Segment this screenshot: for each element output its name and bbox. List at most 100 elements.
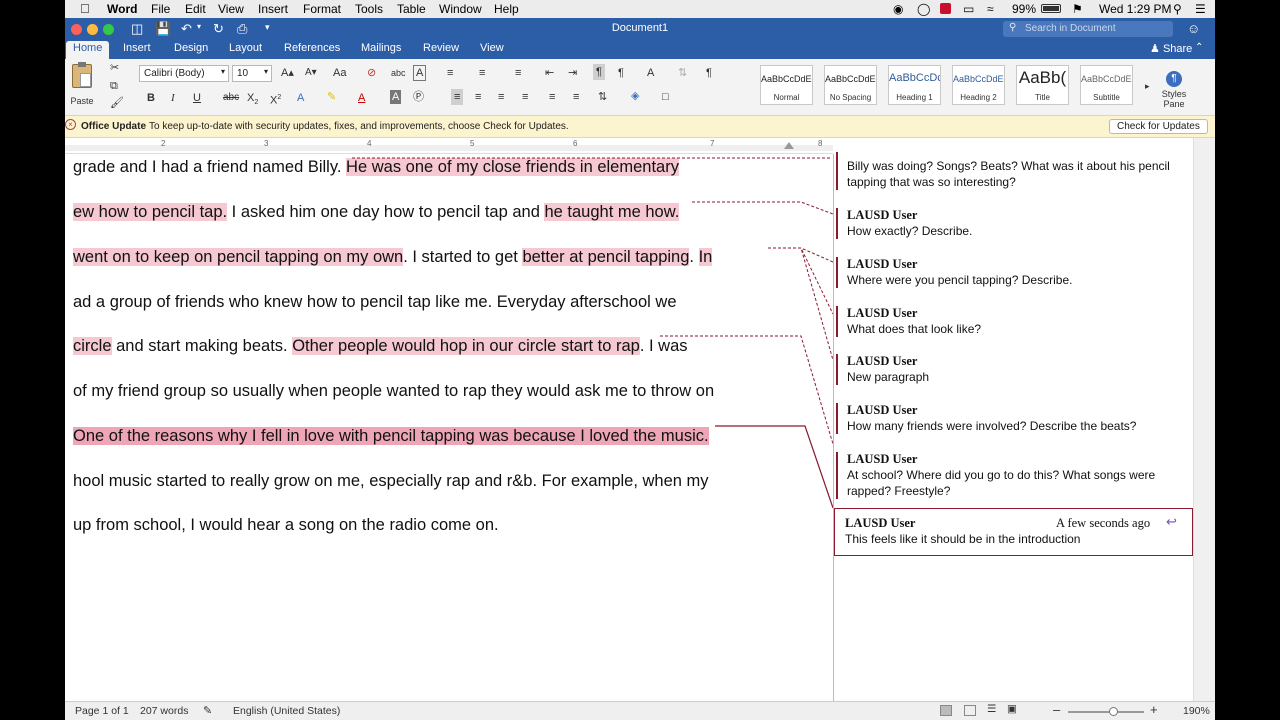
wifi-icon[interactable]: ≈ bbox=[987, 2, 994, 16]
show-formatting-icon[interactable]: ¶ bbox=[706, 66, 712, 80]
column-distribute-icon[interactable]: ≡ bbox=[573, 90, 579, 104]
comment[interactable]: LAUSD User A few seconds ago ↩ This feels l… bbox=[836, 514, 1191, 547]
search-box[interactable]: ⚲ Search in Document bbox=[1003, 21, 1173, 37]
shading-icon[interactable]: A bbox=[390, 90, 402, 104]
style-heading-2[interactable]: AaBbCcDdEe Heading 2 bbox=[952, 65, 1005, 105]
smiley-feedback-icon[interactable]: ☺ bbox=[1187, 21, 1200, 36]
menu-help[interactable]: Help bbox=[494, 2, 519, 16]
tab-review[interactable]: Review bbox=[416, 42, 466, 54]
distributed-icon[interactable]: ≡ bbox=[549, 90, 555, 104]
ltr-paragraph-icon[interactable]: ¶ bbox=[593, 64, 605, 80]
superscript-button[interactable]: X2 bbox=[270, 91, 281, 108]
bullets-icon[interactable]: ≡ bbox=[447, 66, 453, 80]
comment[interactable]: LAUSD User At school? Where did you go to… bbox=[836, 452, 1191, 499]
subscript-button[interactable]: X2 bbox=[247, 91, 258, 110]
list-icon[interactable]: ☰ bbox=[1195, 2, 1206, 16]
format-painter-icon[interactable]: 🖌 bbox=[110, 96, 124, 110]
zoom-in-button[interactable]: + bbox=[1150, 702, 1158, 717]
flag-icon[interactable]: ⚑ bbox=[1072, 2, 1083, 16]
italic-button[interactable]: I bbox=[171, 91, 175, 105]
collapse-ribbon-icon[interactable]: ⌃ bbox=[1195, 42, 1203, 53]
menu-insert[interactable]: Insert bbox=[258, 2, 288, 16]
tab-view[interactable]: View bbox=[473, 42, 511, 54]
tab-references[interactable]: References bbox=[277, 42, 347, 54]
clear-formatting-icon[interactable]: ⊘ bbox=[367, 66, 376, 80]
comment[interactable]: LAUSD User How many friends were involved… bbox=[836, 403, 1191, 434]
tab-layout[interactable]: Layout bbox=[222, 42, 269, 54]
decrease-indent-icon[interactable]: ⇤ bbox=[545, 66, 554, 80]
plus-app-icon[interactable] bbox=[940, 3, 951, 14]
rtl-paragraph-icon[interactable]: ¶ bbox=[618, 66, 624, 80]
page-count[interactable]: Page 1 of 1 bbox=[75, 705, 129, 717]
style-subtitle[interactable]: AaBbCcDdEe Subtitle bbox=[1080, 65, 1133, 105]
comment[interactable]: LAUSD User What does that look like? bbox=[836, 306, 1191, 337]
style-title[interactable]: AaBb( Title bbox=[1016, 65, 1069, 105]
clock[interactable]: Wed 1:29 PM bbox=[1099, 2, 1171, 16]
tab-home[interactable]: Home bbox=[66, 41, 110, 59]
comment-text[interactable]: This feels like it should be in the intr… bbox=[845, 531, 1191, 547]
read-mode-icon[interactable]: ☰ bbox=[987, 703, 996, 715]
style-normal[interactable]: AaBbCcDdEe Normal bbox=[760, 65, 813, 105]
comment[interactable]: LAUSD User New paragraph bbox=[836, 354, 1191, 385]
focus-icon[interactable]: ▣ bbox=[1007, 703, 1017, 715]
increase-indent-icon[interactable]: ⇥ bbox=[568, 66, 577, 80]
style-heading-1[interactable]: AaBbCcDc Heading 1 bbox=[888, 65, 941, 105]
close-icon[interactable]: × bbox=[65, 119, 76, 130]
share-button[interactable]: ♟ Share bbox=[1150, 42, 1192, 55]
language[interactable]: English (United States) bbox=[233, 705, 340, 717]
sort-icon[interactable]: ⇅ bbox=[678, 66, 687, 80]
proofing-icon[interactable]: ✎ bbox=[203, 704, 212, 717]
zoom-slider-thumb[interactable] bbox=[1109, 707, 1118, 716]
circle-icon[interactable]: ◯ bbox=[917, 2, 930, 16]
cut-icon[interactable]: ✂ bbox=[110, 61, 119, 75]
change-case-icon[interactable]: Aa bbox=[333, 66, 346, 80]
airplay-icon[interactable]: ▭ bbox=[963, 2, 974, 16]
reply-icon[interactable]: ↩ bbox=[1166, 514, 1177, 530]
bold-button[interactable]: B bbox=[147, 91, 155, 105]
character-border-icon[interactable]: A bbox=[413, 65, 427, 81]
copy-icon[interactable]: ⧉ bbox=[110, 79, 118, 93]
web-layout-icon[interactable] bbox=[964, 705, 976, 716]
comment[interactable]: Billy was doing? Songs? Beats? What was … bbox=[836, 152, 1191, 190]
tab-mailings[interactable]: Mailings bbox=[354, 42, 408, 54]
comment-text[interactable]: New paragraph bbox=[847, 369, 1191, 385]
menu-view[interactable]: View bbox=[218, 2, 244, 16]
numbering-icon[interactable]: ≡ bbox=[479, 66, 485, 80]
apple-menu-icon[interactable]:  bbox=[80, 1, 90, 16]
word-count[interactable]: 207 words bbox=[140, 705, 188, 717]
styles-pane-button[interactable]: ¶ Styles Pane bbox=[1157, 71, 1191, 109]
vertical-scrollbar[interactable] bbox=[1193, 138, 1215, 701]
battery-icon[interactable] bbox=[1041, 4, 1061, 13]
align-center-icon[interactable]: ≡ bbox=[475, 90, 481, 104]
line-spacing-icon[interactable]: ⇅ bbox=[598, 90, 607, 104]
menu-format[interactable]: Format bbox=[303, 2, 341, 16]
text-direction-icon[interactable]: A bbox=[647, 66, 654, 80]
styles-gallery-next-icon[interactable]: ▸ bbox=[1145, 79, 1150, 93]
zoom-level[interactable]: 190% bbox=[1183, 705, 1210, 717]
comment-text[interactable]: Where were you pencil tapping? Describe. bbox=[847, 272, 1191, 288]
paragraph-shading-icon[interactable]: ◈ bbox=[631, 89, 639, 103]
menu-tools[interactable]: Tools bbox=[355, 2, 383, 16]
underline-button[interactable]: U bbox=[193, 91, 201, 105]
menu-table[interactable]: Table bbox=[397, 2, 426, 16]
comment-text[interactable]: How exactly? Describe. bbox=[847, 223, 1191, 239]
align-left-icon[interactable]: ≡ bbox=[451, 89, 464, 105]
comment[interactable]: LAUSD User Where were you pencil tapping?… bbox=[836, 257, 1191, 288]
highlight-icon[interactable]: ✎ bbox=[327, 90, 336, 104]
check-for-updates-button[interactable]: Check for Updates bbox=[1109, 119, 1208, 134]
borders-icon[interactable]: □ bbox=[662, 90, 669, 104]
battery-percent[interactable]: 99% bbox=[1012, 2, 1036, 16]
right-indent-marker[interactable] bbox=[784, 142, 794, 149]
menu-file[interactable]: File bbox=[151, 2, 170, 16]
font-color-icon[interactable]: A bbox=[358, 91, 365, 105]
font-name-select[interactable]: Calibri (Body) ▾ bbox=[139, 65, 229, 82]
spotlight-icon[interactable]: ⚲ bbox=[1173, 2, 1182, 16]
grow-font-icon[interactable]: A▴ bbox=[281, 66, 294, 80]
phonetic-guide-icon[interactable]: abc bbox=[391, 66, 406, 80]
zoom-out-button[interactable]: – bbox=[1053, 702, 1060, 717]
menu-window[interactable]: Window bbox=[439, 2, 482, 16]
shrink-font-icon[interactable]: A▾ bbox=[305, 66, 317, 80]
style-no-spacing[interactable]: AaBbCcDdEe No Spacing bbox=[824, 65, 877, 105]
paste-button[interactable]: Paste bbox=[67, 62, 97, 106]
comment[interactable]: LAUSD User How exactly? Describe. bbox=[836, 208, 1191, 239]
